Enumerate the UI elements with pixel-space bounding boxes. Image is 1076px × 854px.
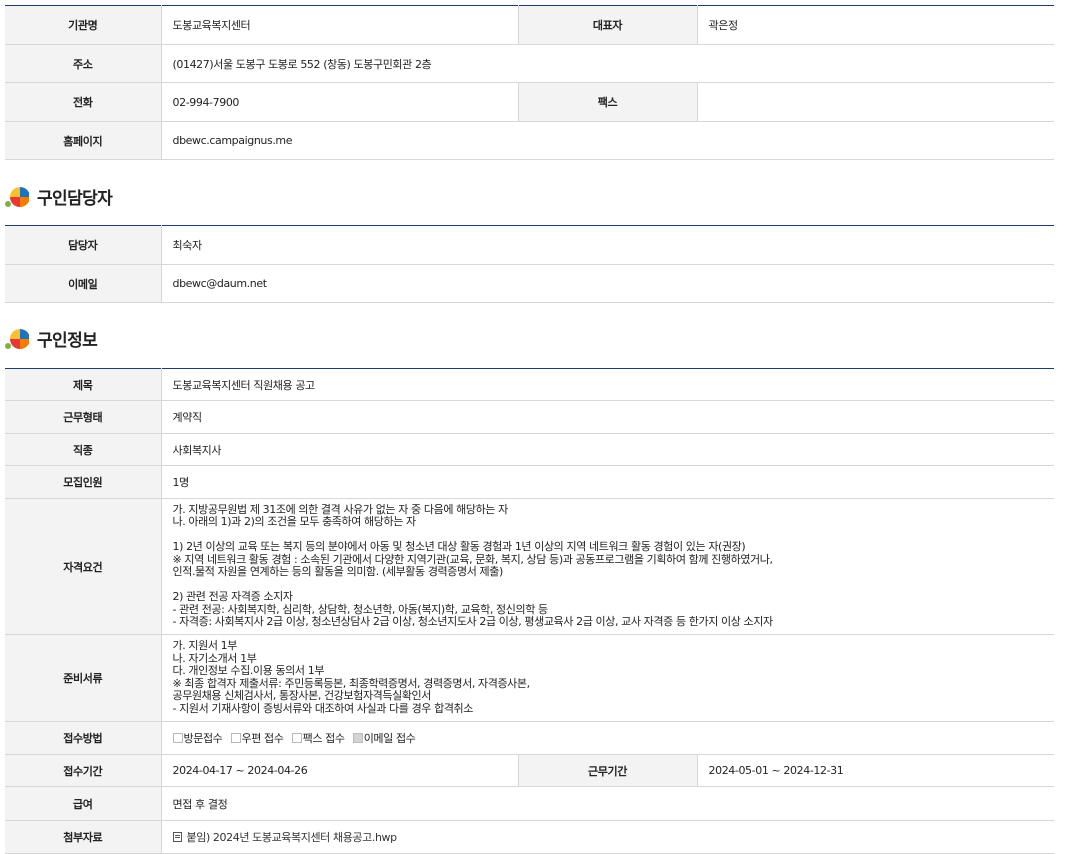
subject-value: 도봉교육복지센터 직원채용 공고: [161, 368, 1055, 401]
file-icon: [172, 832, 182, 842]
email-value[interactable]: dbewc@daum.net: [161, 264, 1054, 303]
representative-label: 대표자: [518, 5, 698, 45]
application-method-options: 방문접수 우편 접수 팩스 접수 이메일 접수: [161, 721, 1055, 755]
headcount-row: 모집인원 1명: [5, 465, 1055, 499]
attachment-cell: 붙임) 2024년 도봉교육복지센터 채용공고.hwp: [161, 820, 1055, 854]
email-label: 이메일: [5, 264, 162, 303]
contact-section-heading: 구인담당자: [5, 183, 113, 209]
job-section: 제목 도봉교육복지센터 직원채용 공고 근무형태 계약직 직종 사회복지사 모집…: [5, 368, 1055, 854]
job-section-heading: 구인정보: [5, 325, 98, 351]
section-bullet-icon: [5, 184, 30, 208]
attachment-link[interactable]: 붙임) 2024년 도봉교육복지센터 채용공고.hwp: [187, 831, 398, 844]
method-option-mail[interactable]: 우편 접수: [230, 732, 284, 745]
org-name-row: 기관명 도봉교육복지센터 대표자 곽은정: [5, 5, 1054, 45]
phone-row: 전화 02-994-7900 팩스: [5, 82, 1054, 122]
contact-table: 담당자 최숙자 이메일 dbewc@daum.net: [5, 225, 1054, 303]
org-info-section: 기관명 도봉교육복지센터 대표자 곽은정 주소 (01427)서울 도봉구 도봉…: [5, 5, 1054, 160]
homepage-value[interactable]: dbewc.campaignus.me: [161, 121, 1054, 160]
checkbox-checked-icon[interactable]: [352, 733, 363, 743]
documents-label: 준비서류: [5, 634, 162, 722]
employment-type-value: 계약직: [161, 400, 1055, 434]
section-bullet-icon: [5, 326, 30, 350]
phone-value: 02-994-7900: [161, 82, 519, 122]
salary-value: 면접 후 결정: [161, 786, 1055, 821]
address-value: (01427)서울 도봉구 도봉로 552 (창동) 도봉구민회관 2층: [161, 44, 1054, 83]
occupation-label: 직종: [5, 433, 162, 466]
method-option-fax[interactable]: 팩스 접수: [291, 732, 345, 745]
occupation-value: 사회복지사: [161, 433, 1055, 466]
application-method-row: 접수방법 방문접수 우편 접수 팩스 접수 이메일 접수: [5, 721, 1055, 755]
application-period-value: 2024-04-17 ~ 2024-04-26: [161, 754, 519, 787]
employment-type-label: 근무형태: [5, 400, 162, 434]
salary-row: 급여 면접 후 결정: [5, 786, 1055, 821]
fax-label: 팩스: [518, 82, 698, 122]
contact-person-row: 담당자 최숙자: [5, 225, 1054, 265]
contact-section: 담당자 최숙자 이메일 dbewc@daum.net: [5, 225, 1054, 303]
address-label: 주소: [5, 44, 162, 83]
work-period-label: 근무기간: [518, 754, 698, 787]
occupation-row: 직종 사회복지사: [5, 433, 1055, 466]
org-info-table: 기관명 도봉교육복지센터 대표자 곽은정 주소 (01427)서울 도봉구 도봉…: [5, 5, 1054, 160]
headcount-label: 모집인원: [5, 465, 162, 499]
application-period-label: 접수기간: [5, 754, 162, 787]
headcount-value: 1명: [161, 465, 1055, 499]
homepage-label: 홈페이지: [5, 121, 162, 160]
checkbox-icon[interactable]: [230, 733, 241, 743]
job-table: 제목 도봉교육복지센터 직원채용 공고 근무형태 계약직 직종 사회복지사 모집…: [5, 368, 1055, 854]
representative-value: 곽은정: [697, 5, 1054, 45]
work-period-value: 2024-05-01 ~ 2024-12-31: [697, 754, 1055, 787]
homepage-row: 홈페이지 dbewc.campaignus.me: [5, 121, 1054, 160]
documents-row: 준비서류 가. 지원서 1부 나. 자기소개서 1부 다. 개인정보 수집.이용…: [5, 634, 1055, 722]
contact-person-label: 담당자: [5, 225, 162, 265]
contact-section-title: 구인담당자: [37, 188, 113, 209]
job-section-title: 구인정보: [37, 330, 98, 351]
method-option-visit[interactable]: 방문접수: [172, 732, 223, 745]
subject-row: 제목 도봉교육복지센터 직원채용 공고: [5, 368, 1055, 401]
org-name-label: 기관명: [5, 5, 162, 45]
method-option-email[interactable]: 이메일 접수: [352, 732, 416, 745]
checkbox-icon[interactable]: [172, 733, 183, 743]
attachment-label: 첨부자료: [5, 820, 162, 854]
application-method-label: 접수방법: [5, 721, 162, 755]
period-row: 접수기간 2024-04-17 ~ 2024-04-26 근무기간 2024-0…: [5, 754, 1055, 787]
attachment-row: 첨부자료 붙임) 2024년 도봉교육복지센터 채용공고.hwp: [5, 820, 1055, 854]
email-row: 이메일 dbewc@daum.net: [5, 264, 1054, 303]
contact-person-value: 최숙자: [161, 225, 1054, 265]
address-row: 주소 (01427)서울 도봉구 도봉로 552 (창동) 도봉구민회관 2층: [5, 44, 1054, 83]
documents-value: 가. 지원서 1부 나. 자기소개서 1부 다. 개인정보 수집.이용 동의서 …: [161, 634, 1055, 722]
qualification-row: 자격요건 가. 지방공무원법 제 31조에 의한 결격 사유가 없는 자 중 다…: [5, 498, 1055, 635]
subject-label: 제목: [5, 368, 162, 401]
employment-type-row: 근무형태 계약직: [5, 400, 1055, 434]
checkbox-icon[interactable]: [291, 733, 302, 743]
salary-label: 급여: [5, 786, 162, 821]
qualification-value: 가. 지방공무원법 제 31조에 의한 결격 사유가 없는 자 중 다음에 해당…: [161, 498, 1055, 635]
fax-value: [697, 82, 1054, 122]
org-name-value: 도봉교육복지센터: [161, 5, 519, 45]
qualification-label: 자격요건: [5, 498, 162, 635]
phone-label: 전화: [5, 82, 162, 122]
